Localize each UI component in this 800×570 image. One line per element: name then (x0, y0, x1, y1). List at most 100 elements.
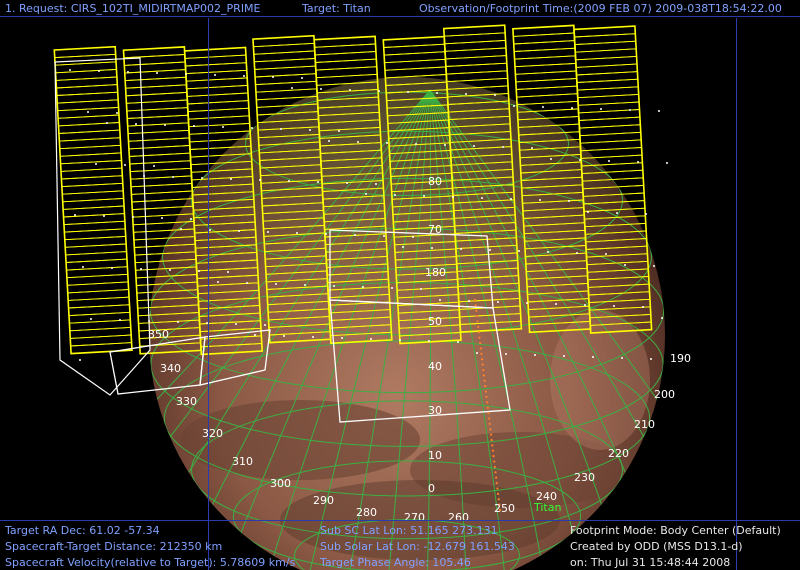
footprint-center-dot (362, 286, 364, 288)
footprint-center-dot (423, 195, 425, 197)
footprint-center-dot (291, 87, 293, 89)
footprint-center-dot (584, 304, 586, 306)
frame-divider-right (736, 18, 737, 570)
longitude-label: 250 (494, 502, 515, 515)
ground-track-dot (476, 320, 479, 323)
footprint-center-dot (444, 144, 446, 146)
ground-track-dot (494, 471, 497, 474)
ground-track-dot (475, 315, 479, 318)
longitude-label: 280 (356, 506, 377, 519)
footprint-center-dot (465, 93, 467, 95)
footprint-center-dot (402, 246, 404, 248)
footprint-center-dot (69, 69, 71, 71)
ground-track-dot (477, 325, 480, 329)
footprint-center-dot (555, 303, 557, 305)
ground-track-dot (484, 390, 487, 393)
footprint-center-dot (301, 77, 303, 79)
footprint-center-dot (333, 285, 335, 287)
footprint-center-dot (394, 194, 396, 196)
footprint-center-dot (111, 267, 113, 269)
ground-track-dot (477, 331, 480, 334)
footprint-center-dot (217, 281, 219, 283)
longitude-label: 290 (313, 494, 334, 507)
ground-track-dot (489, 433, 493, 436)
footprint-center-dot (497, 301, 499, 303)
footprint-center-dot (153, 165, 155, 167)
longitude-label: 180 (425, 266, 446, 279)
ground-track-dot (493, 465, 496, 469)
footprint-center-dot (259, 179, 261, 181)
footprint-center-dot (592, 356, 594, 358)
footprint-center-dot (98, 70, 100, 72)
footprint-center-dot (502, 146, 504, 148)
ground-track-dot (479, 341, 482, 345)
ground-track-dot (479, 347, 482, 350)
footprint-center-dot (304, 284, 306, 286)
latitude-label: 80 (428, 175, 442, 188)
ground-track-dot (488, 417, 491, 420)
footprint-center-dot (214, 74, 216, 76)
request-label: 1. Request: CIRS_102TI_MIDIRTMAP002_PRIM… (5, 2, 261, 15)
ground-track-dot (495, 476, 498, 479)
footprint-center-dot (246, 282, 248, 284)
footprint-center-dot (661, 317, 663, 319)
ground-track-dot (485, 395, 488, 399)
footprint-center-dot (365, 193, 367, 195)
footprint-center-dot (267, 231, 269, 233)
target-ra-dec: Target RA Dec: 61.02 -57.34 (5, 524, 160, 537)
footprint-center-dot (587, 211, 589, 213)
footprint-center-dot (169, 269, 171, 271)
footprint-center-dot (288, 180, 290, 182)
ground-track-dot (492, 455, 495, 458)
footprint-center-dot (106, 122, 108, 124)
footprint-center-dot (95, 163, 97, 165)
footprint-center-dot (164, 124, 166, 126)
footprint-center-dot (296, 232, 298, 234)
ground-track-dot (478, 336, 481, 339)
longitude-label: 320 (202, 427, 223, 440)
footprint-center-dot (481, 197, 483, 199)
footprint-center-dot (190, 218, 192, 220)
footprint-center-dot (341, 337, 343, 339)
footprint-center-dot (180, 228, 182, 230)
footprint-center-dot (90, 318, 92, 320)
footprint-center-dot (624, 264, 626, 266)
footprint-center-dot (275, 283, 277, 285)
ground-track-dot (491, 444, 494, 447)
footprint-center-dot (238, 230, 240, 232)
latitude-label: 0 (428, 482, 435, 495)
longitude-label: 260 (448, 511, 469, 524)
footprint-center-dot (264, 324, 266, 326)
footprint-center-dot (185, 73, 187, 75)
target-name: Target: Titan (302, 2, 371, 15)
ground-track-dot (491, 449, 495, 452)
footprint-center-dot (637, 161, 639, 163)
footprint-center-dot (230, 178, 232, 180)
created-by: Created by ODD (MSS D13.1-d) (570, 540, 743, 553)
footprint-center-dot (431, 247, 433, 249)
footprint-center-dot (645, 213, 647, 215)
footprint-center-dot (103, 215, 105, 217)
footprint-center-dot (375, 183, 377, 185)
longitude-label: 270 (404, 511, 425, 524)
ground-track-dot (486, 401, 489, 404)
footprint-center-dot (317, 181, 319, 183)
footprint-center-dot (629, 109, 631, 111)
footprint-center-dot (354, 234, 356, 236)
footprint-center-dot (119, 319, 121, 321)
footprint-center-dot (177, 321, 179, 323)
viewer-canvas: 350 340 330 320 310 300 290 280 270 260 250 240 230 2… (0, 0, 800, 570)
footprint-center-dot (156, 72, 158, 74)
footprint-center-dot (420, 288, 422, 290)
footprint-center-dot (283, 335, 285, 337)
footprint-center-dot (391, 287, 393, 289)
footprint-center-dot (399, 339, 401, 341)
longitude-label: 220 (608, 447, 629, 460)
footprint-center-dot (201, 177, 203, 179)
longitude-label: 190 (670, 352, 691, 365)
footprint-center-dot (576, 252, 578, 254)
ground-track-dot (482, 374, 486, 377)
footprint-mode: Footprint Mode: Body Center (Default) (570, 524, 781, 537)
latitude-label: 10 (428, 449, 442, 462)
longitude-label: 300 (270, 477, 291, 490)
